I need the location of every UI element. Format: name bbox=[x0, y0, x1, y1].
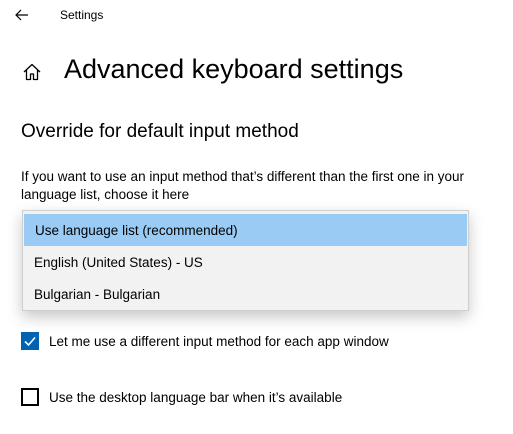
dropdown-option-label: Use language list (recommended) bbox=[35, 222, 238, 238]
section-title: Override for default input method bbox=[21, 121, 299, 142]
section-description: If you want to use an input method that’… bbox=[21, 169, 465, 202]
desktop-language-bar-checkbox-row[interactable]: Use the desktop language bar when it’s a… bbox=[21, 388, 342, 406]
dropdown-option-label: Bulgarian - Bulgarian bbox=[34, 286, 161, 302]
back-arrow-icon bbox=[15, 9, 28, 21]
app-title: Settings bbox=[60, 8, 104, 22]
title-bar: Settings bbox=[0, 0, 513, 32]
settings-window: Settings Advanced keyboard settings Over… bbox=[0, 0, 513, 434]
page-title: Advanced keyboard settings bbox=[64, 54, 404, 84]
dropdown-option-label: English (United States) - US bbox=[34, 254, 203, 270]
per-app-input-checkbox-row[interactable]: Let me use a different input method for … bbox=[21, 332, 389, 350]
dropdown-option-language-list[interactable]: Use language list (recommended) bbox=[24, 214, 467, 246]
input-method-dropdown-list[interactable]: Use language list (recommended) English … bbox=[22, 210, 469, 311]
desktop-language-bar-label: Use the desktop language bar when it’s a… bbox=[49, 389, 343, 405]
checkmark-icon bbox=[24, 336, 36, 347]
home-icon bbox=[23, 63, 41, 81]
dropdown-option-english-us[interactable]: English (United States) - US bbox=[23, 246, 468, 278]
back-button[interactable] bbox=[8, 2, 36, 28]
dropdown-option-bulgarian[interactable]: Bulgarian - Bulgarian bbox=[23, 278, 468, 310]
per-app-input-checkbox[interactable] bbox=[21, 332, 39, 350]
home-button[interactable] bbox=[18, 58, 46, 86]
per-app-input-label: Let me use a different input method for … bbox=[49, 333, 389, 349]
desktop-language-bar-checkbox[interactable] bbox=[21, 388, 39, 406]
